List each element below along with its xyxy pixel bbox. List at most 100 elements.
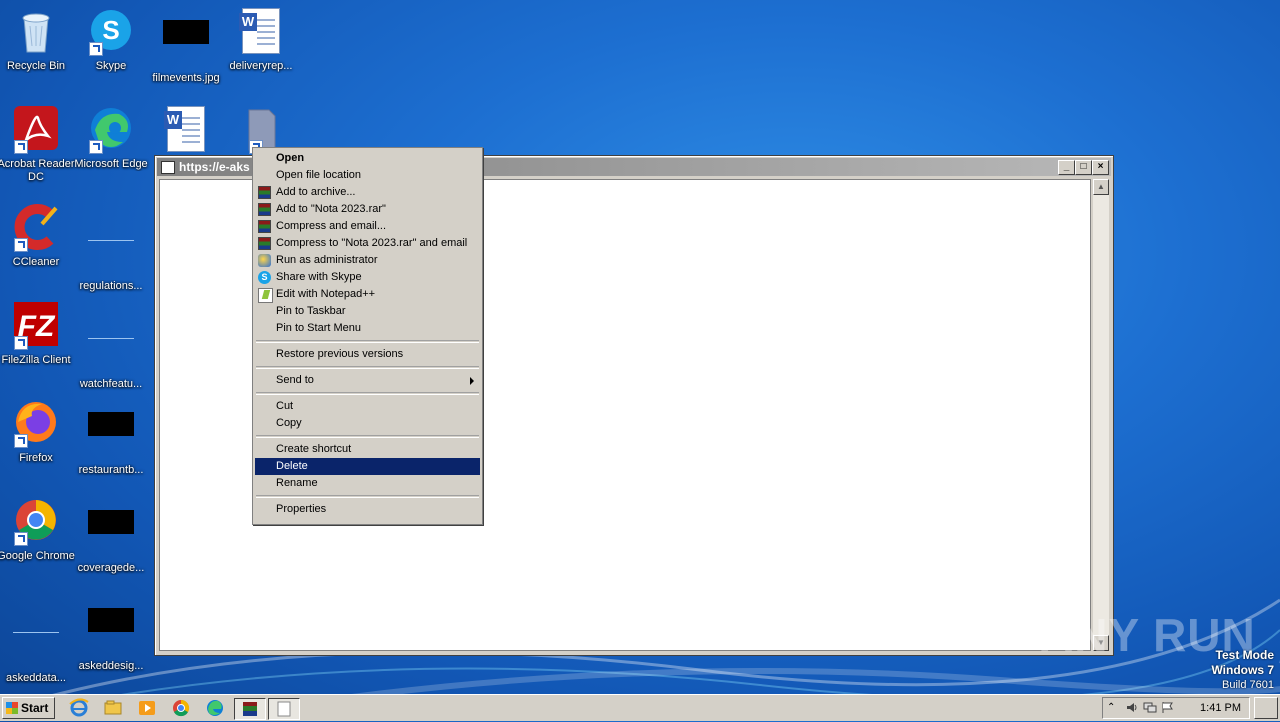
desktop-icon-deliveryrep[interactable]: W deliveryrep... [222, 8, 300, 73]
desktop-icon-watchfeatu[interactable]: watchfeatu... [72, 302, 150, 391]
file-icon [87, 326, 135, 374]
start-button[interactable]: Start [2, 697, 55, 719]
action-center-flag-icon[interactable] [1161, 701, 1175, 714]
menu-item-restore-previous-versions[interactable]: Restore previous versions [255, 346, 480, 363]
show-desktop-button[interactable] [1254, 697, 1278, 719]
edge-icon [87, 106, 135, 154]
menu-item-label: Cut [276, 400, 294, 412]
svg-text:S: S [102, 15, 119, 45]
desktop-icon-word-doc[interactable]: W [147, 106, 225, 154]
desktop-icon-filezilla[interactable]: FZ FileZilla Client [0, 302, 75, 367]
menu-item-add-to-rar[interactable]: Add to "Nota 2023.rar" [255, 201, 480, 218]
desktop-icon-coveragede[interactable]: coveragede... [72, 498, 150, 575]
taskbar-ie-icon[interactable] [68, 698, 90, 718]
menu-item-label: Add to archive... [276, 186, 356, 198]
menu-item-open-file-location[interactable]: Open file location [255, 167, 480, 184]
desktop-icon-label: askeddesig... [78, 660, 144, 672]
taskbar-chrome-icon[interactable] [170, 698, 192, 718]
menu-item-label: Open [276, 152, 305, 164]
shortcut-arrow-icon [89, 140, 103, 154]
desktop-icon-label: Firefox [19, 452, 53, 464]
minimize-button[interactable]: _ [1058, 160, 1075, 175]
menu-item-copy[interactable]: Copy [255, 415, 480, 432]
menu-item-cut[interactable]: Cut [255, 398, 480, 415]
menu-item-add-to-archive[interactable]: Add to archive... [255, 184, 480, 201]
notepadpp-icon [258, 288, 273, 303]
menu-item-compress-to-rar-and-email[interactable]: Compress to "Nota 2023.rar" and email [255, 235, 480, 252]
shortcut-arrow-icon [14, 532, 28, 546]
image-file-icon [162, 20, 210, 68]
menu-item-edit-with-notepadpp[interactable]: Edit with Notepad++ [255, 286, 480, 303]
maximize-button[interactable]: □ [1075, 160, 1092, 175]
menu-item-label: Properties [276, 503, 327, 515]
image-file-icon [87, 510, 135, 558]
start-label: Start [21, 701, 49, 715]
desktop-icon-askeddesig[interactable]: askeddesig... [72, 596, 150, 673]
desktop-icon-askeddata[interactable]: askeddata... [0, 596, 75, 685]
ccleaner-icon [12, 204, 60, 252]
desktop-icon-label: restaurantb... [78, 464, 144, 476]
network-icon[interactable] [1143, 701, 1157, 714]
menu-item-pin-to-taskbar[interactable]: Pin to Taskbar [255, 303, 480, 320]
system-tray: ⌃ 1:41 PM [1102, 697, 1250, 719]
taskbar-blank-window-icon[interactable] [268, 698, 300, 720]
image-file-icon [87, 412, 135, 460]
menu-item-send-to[interactable]: Send to [255, 372, 480, 389]
desktop-icon-skype[interactable]: S Skype [72, 8, 150, 73]
desktop-icon-label: FileZilla Client [1, 354, 71, 366]
shortcut-arrow-icon [14, 434, 28, 448]
windows-version-line: Windows 7 [1211, 663, 1274, 677]
menu-item-properties[interactable]: Properties [255, 501, 480, 518]
file-icon [12, 620, 60, 668]
skype-icon: S [87, 8, 135, 56]
menu-item-label: Copy [276, 417, 302, 429]
recycle-bin-icon [12, 8, 60, 56]
taskbar-edge-icon[interactable] [204, 698, 226, 718]
desktop-icon-chrome[interactable]: Google Chrome [0, 498, 75, 563]
menu-item-label: Add to "Nota 2023.rar" [276, 203, 386, 215]
menu-item-run-as-administrator[interactable]: Run as administrator [255, 252, 480, 269]
desktop-icon-acrobat[interactable]: Acrobat Reader DC [0, 106, 75, 184]
scroll-up-arrow-icon[interactable]: ▲ [1093, 179, 1109, 195]
menu-item-share-with-skype[interactable]: S Share with Skype [255, 269, 480, 286]
menu-item-create-shortcut[interactable]: Create shortcut [255, 441, 480, 458]
menu-item-compress-and-email[interactable]: Compress and email... [255, 218, 480, 235]
menu-item-label: Compress and email... [276, 220, 387, 232]
menu-item-delete[interactable]: Delete [255, 458, 480, 475]
desktop-icon-regulations[interactable]: regulations... [72, 204, 150, 293]
shortcut-arrow-icon [89, 42, 103, 56]
desktop-icon-firefox[interactable]: Firefox [0, 400, 75, 465]
menu-item-label: Create shortcut [276, 443, 352, 455]
close-button[interactable]: × [1092, 160, 1109, 175]
vertical-scrollbar[interactable]: ▲ ▼ [1093, 179, 1109, 651]
acrobat-icon [12, 106, 60, 154]
taskbar-explorer-icon[interactable] [102, 698, 124, 718]
menu-item-label: Run as administrator [276, 254, 378, 266]
menu-separator [256, 366, 479, 369]
filezilla-icon: FZ [12, 302, 60, 350]
winrar-icon [258, 186, 271, 199]
taskbar-winrar-icon[interactable] [234, 698, 266, 720]
winrar-icon [258, 203, 271, 216]
desktop-icon-ccleaner[interactable]: CCleaner [0, 204, 75, 269]
menu-item-rename[interactable]: Rename [255, 475, 480, 492]
volume-icon[interactable] [1125, 701, 1139, 714]
shortcut-arrow-icon [14, 140, 28, 154]
desktop-icon-recycle-bin[interactable]: Recycle Bin [0, 8, 75, 73]
context-menu[interactable]: Open Open file location Add to archive..… [252, 147, 483, 525]
desktop-icon-filmevents[interactable]: filmevents.jpg [147, 8, 225, 85]
taskbar-clock[interactable]: 1:41 PM [1200, 698, 1241, 718]
menu-separator [256, 435, 479, 438]
desktop-icon-restaurantb[interactable]: restaurantb... [72, 400, 150, 477]
desktop-icon-label: Recycle Bin [6, 60, 66, 72]
desktop-icon-label: Skype [95, 60, 127, 72]
build-line: Build 7601 [1222, 679, 1274, 691]
menu-item-label: Share with Skype [276, 271, 362, 283]
image-file-icon [87, 608, 135, 656]
desktop-icon-edge[interactable]: Microsoft Edge [72, 106, 150, 171]
menu-item-open[interactable]: Open [255, 150, 480, 167]
taskbar-media-player-icon[interactable] [136, 698, 158, 718]
show-hidden-icons-icon[interactable]: ⌃ [1107, 701, 1121, 714]
menu-item-pin-to-start-menu[interactable]: Pin to Start Menu [255, 320, 480, 337]
menu-item-label: Restore previous versions [276, 348, 404, 360]
